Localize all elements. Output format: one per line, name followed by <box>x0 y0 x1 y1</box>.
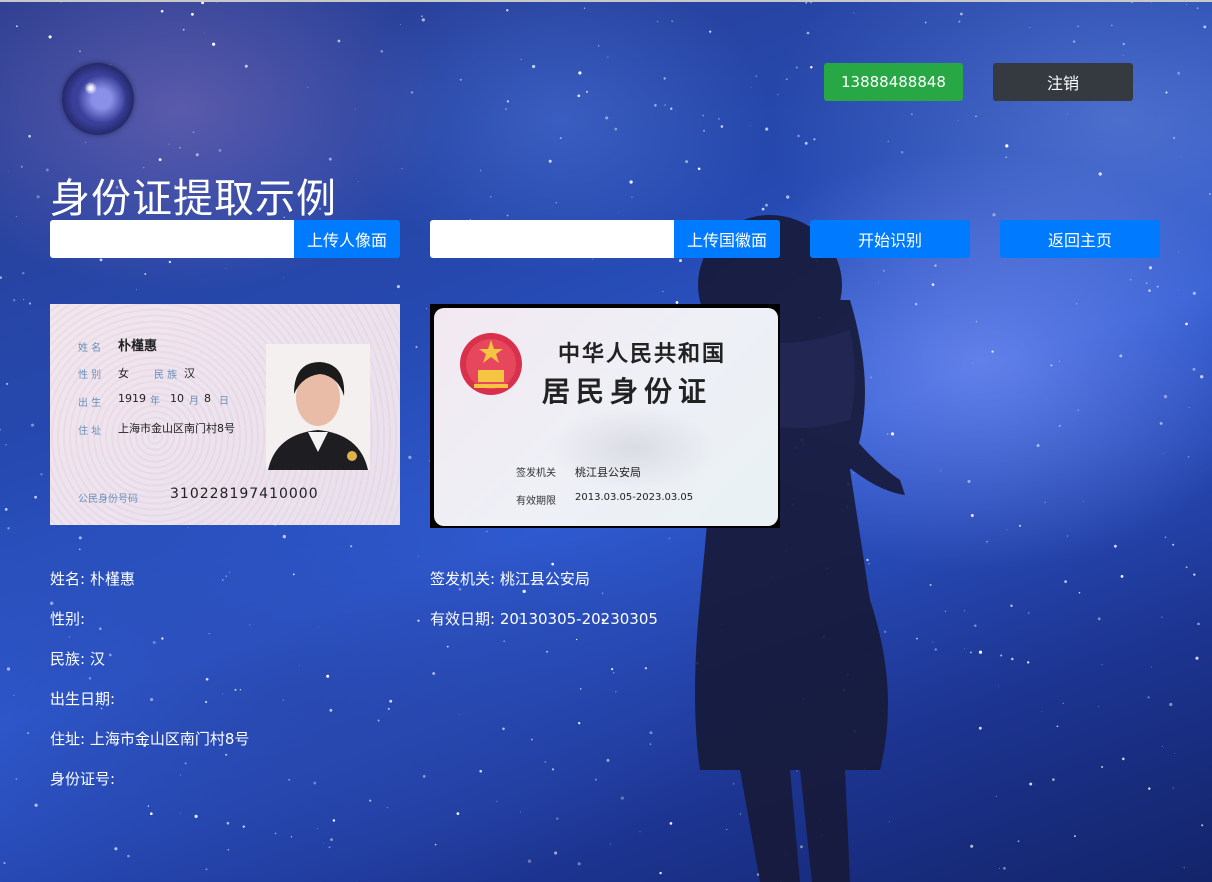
result-id-number: 身份证号: <box>50 770 116 788</box>
portrait-upload-group: 上传人像面 <box>50 220 400 258</box>
result-validity: 有效日期: 20130305-20230305 <box>430 610 658 628</box>
card-validity-label: 有效期限 <box>516 496 556 507</box>
portrait-file-input[interactable] <box>50 220 294 258</box>
start-recognition-button[interactable]: 开始识别 <box>810 220 970 258</box>
back-home-button[interactable]: 返回主页 <box>1000 220 1160 258</box>
emblem-upload-group: 上传国徽面 <box>430 220 780 258</box>
id-card-back-image: 中华人民共和国 居民身份证 签发机关 桃江县公安局 有效期限 2013.03.0… <box>430 304 780 528</box>
card-name-label: 姓 名 <box>78 343 102 354</box>
result-issuing-authority: 签发机关: 桃江县公安局 <box>430 570 590 588</box>
national-emblem-icon <box>460 333 522 395</box>
result-birth-date: 出生日期: <box>50 690 116 708</box>
result-ethnicity: 民族: 汉 <box>50 650 105 668</box>
card-day-unit: 日 <box>219 396 229 407</box>
portrait-photo <box>266 344 370 470</box>
card-sex-label: 性 别 <box>78 370 102 381</box>
emblem-file-input[interactable] <box>430 220 674 258</box>
id-card-front-image: 姓 名 朴槿惠 性 别 女 民 族 汉 出 生 1919 年 10 月 8 日 … <box>50 304 400 525</box>
logout-button[interactable]: 注销 <box>993 63 1133 101</box>
card-country-title: 中华人民共和国 <box>558 341 727 367</box>
card-ethnicity-value: 汉 <box>184 367 195 380</box>
card-birth-month: 10 <box>170 392 184 405</box>
page-title: 身份证提取示例 <box>50 176 337 222</box>
card-document-title: 居民身份证 <box>542 375 713 408</box>
upload-portrait-button[interactable]: 上传人像面 <box>294 220 400 258</box>
card-authority-value: 桃江县公安局 <box>575 466 641 479</box>
top-border <box>0 0 1212 2</box>
result-name: 姓名: 朴槿惠 <box>50 570 135 588</box>
card-birth-year: 1919 <box>118 392 146 405</box>
card-authority-label: 签发机关 <box>516 468 556 479</box>
card-ethnicity-label: 民 族 <box>154 370 178 381</box>
card-birth-day: 8 <box>204 392 211 405</box>
card-validity-value: 2013.03.05-2023.03.05 <box>575 492 694 503</box>
phone-number-button[interactable]: 13888488848 <box>824 63 963 101</box>
card-address-value: 上海市金山区南门村8号 <box>118 422 235 435</box>
result-sex: 性别: <box>50 610 86 628</box>
card-id-label: 公民身份号码 <box>78 494 138 505</box>
card-address-label: 住 址 <box>78 426 102 437</box>
card-name-value: 朴槿惠 <box>118 339 158 354</box>
card-sex-value: 女 <box>118 367 129 380</box>
result-address: 住址: 上海市金山区南门村8号 <box>50 730 250 748</box>
card-month-unit: 月 <box>189 396 199 407</box>
card-id-value: 310228197410000 <box>170 486 319 502</box>
card-year-unit: 年 <box>150 396 160 407</box>
galaxy-avatar-icon[interactable] <box>62 63 134 135</box>
card-birth-label: 出 生 <box>78 398 102 409</box>
upload-emblem-button[interactable]: 上传国徽面 <box>674 220 780 258</box>
